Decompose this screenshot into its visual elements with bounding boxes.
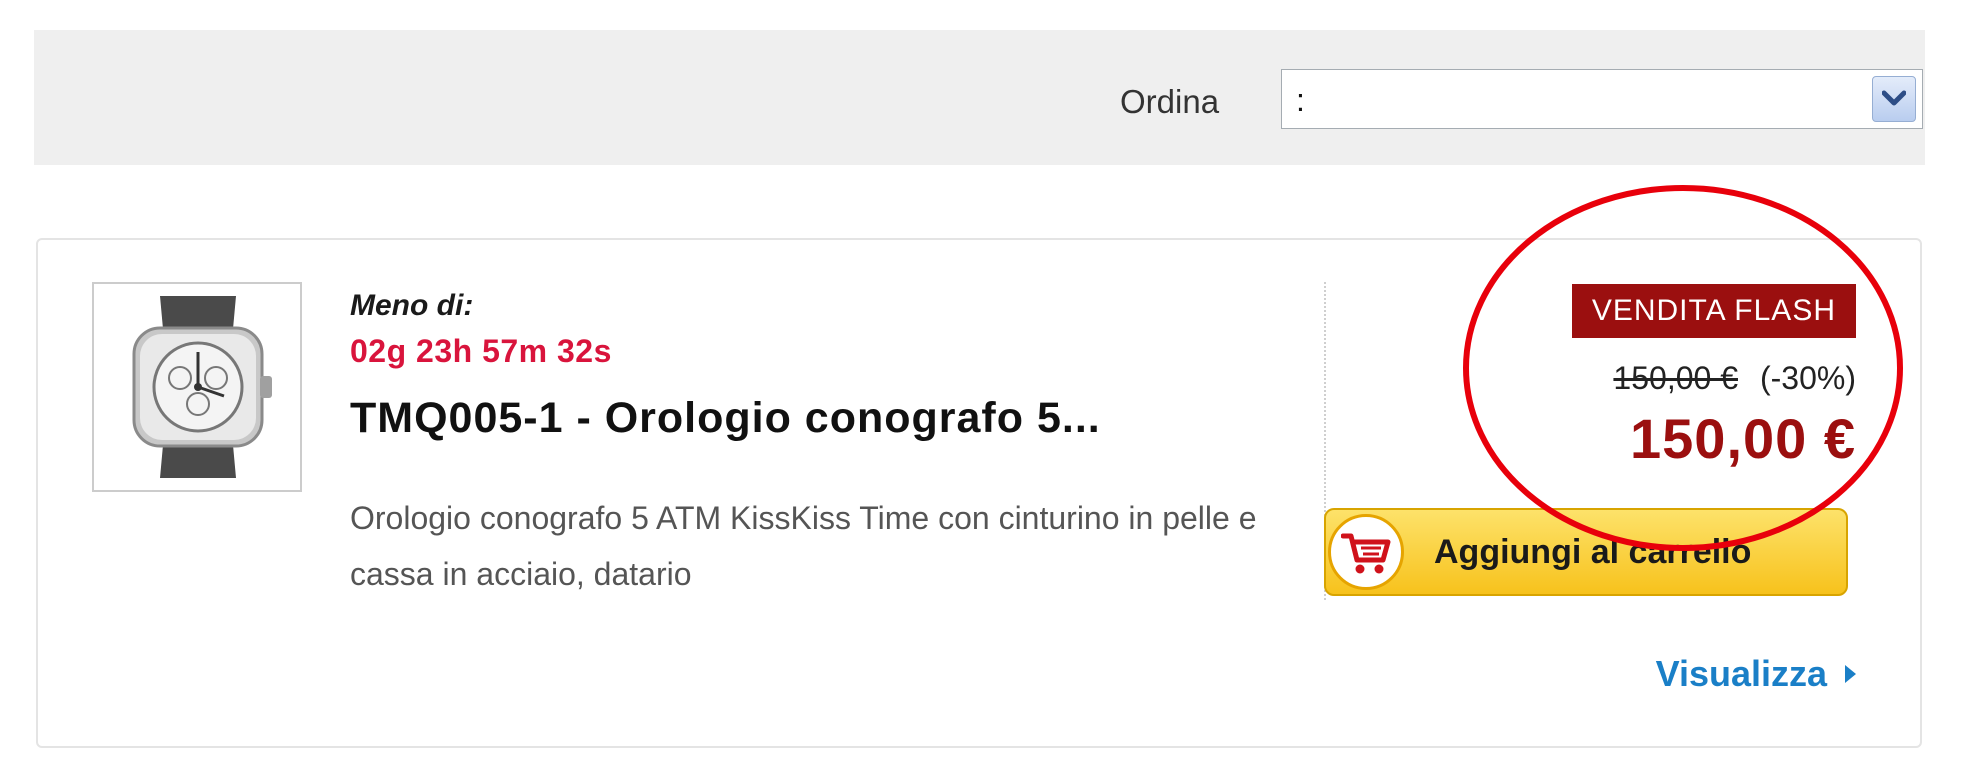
product-description: Orologio conografo 5 ATM KissKiss Time c…: [350, 500, 1257, 592]
shopping-cart-icon: [1328, 514, 1404, 590]
watch-image: [132, 296, 272, 478]
sort-select[interactable]: :: [1281, 69, 1923, 129]
final-price: 150,00 €: [1630, 407, 1856, 470]
countdown-label: Meno di:: [350, 289, 474, 322]
add-to-cart-label: Aggiungi al carrello: [1434, 533, 1752, 571]
sort-bar: Ordina :: [34, 30, 1925, 165]
flash-sale-badge: VENDITA FLASH: [1571, 284, 1856, 338]
chevron-down-icon[interactable]: [1872, 76, 1916, 122]
chevron-right-icon: [1845, 665, 1856, 684]
page: Ordina : Meno di: 02g 23h 57m 32s TMQ005…: [0, 0, 1961, 766]
countdown-timer: 02g 23h 57m 32s: [350, 333, 612, 369]
product-thumbnail[interactable]: [92, 282, 302, 492]
view-product-link[interactable]: Visualizza: [1656, 652, 1856, 696]
sort-label: Ordina: [1120, 83, 1220, 120]
add-to-cart-button[interactable]: Aggiungi al carrello: [1324, 508, 1848, 596]
product-card: Meno di: 02g 23h 57m 32s TMQ005-1 - Orol…: [36, 238, 1922, 748]
product-title[interactable]: TMQ005-1 - Orologio conografo 5...: [350, 392, 1101, 444]
discount-percent: (-30%): [1759, 360, 1856, 396]
old-price-row: 150,00 € (-30%): [1613, 358, 1856, 398]
sort-select-value: :: [1296, 82, 1305, 118]
view-link-label: Visualizza: [1655, 653, 1827, 694]
old-price: 150,00 €: [1613, 360, 1738, 396]
